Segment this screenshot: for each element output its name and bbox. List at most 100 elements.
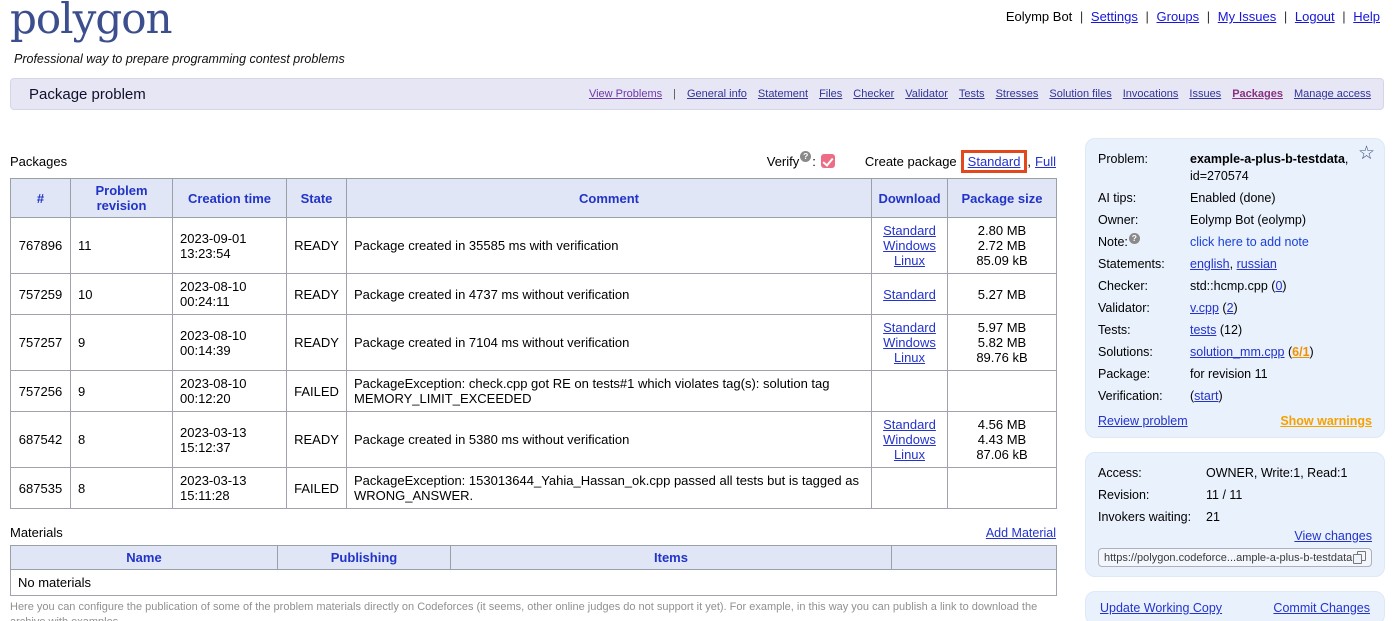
info-label: Package: xyxy=(1098,366,1190,383)
access-value: 21 xyxy=(1206,509,1220,526)
0-link[interactable]: 0 xyxy=(1275,279,1282,293)
download-linux-link[interactable]: Linux xyxy=(894,447,925,462)
info-row: Checker:std::hcmp.cpp (0) xyxy=(1098,275,1372,297)
help-icon[interactable]: ? xyxy=(1129,233,1140,244)
info-label: Tests: xyxy=(1098,322,1190,339)
info-value: Eolymp Bot (eolymp) xyxy=(1190,212,1372,229)
download-linux-link[interactable]: Linux xyxy=(894,350,925,365)
title-bar: Package problem View Problems | General … xyxy=(10,78,1384,110)
download-windows-link[interactable]: Windows xyxy=(883,238,936,253)
russian-link[interactable]: russian xyxy=(1237,257,1277,271)
no-materials-cell: No materials xyxy=(11,570,1057,596)
tab-statement[interactable]: Statement xyxy=(758,88,808,100)
tab-validator[interactable]: Validator xyxy=(905,88,948,100)
revision-cell: 9 xyxy=(71,315,173,371)
user-links: | Settings | Groups | My Issues | Logout… xyxy=(1072,9,1380,24)
copy-icon[interactable] xyxy=(1353,551,1366,564)
download-standard-link[interactable]: Standard xyxy=(883,223,936,238)
info-label: Owner: xyxy=(1098,212,1190,229)
creation-time-cell: 2023-08-10 00:12:20 xyxy=(173,371,287,412)
help-link[interactable]: Help xyxy=(1353,9,1380,24)
download-cell xyxy=(872,371,948,412)
view-problems-link[interactable]: View Problems xyxy=(589,88,662,100)
problem-url-box[interactable]: https://polygon.codeforce...ample-a-plus… xyxy=(1098,548,1372,567)
settings-link[interactable]: Settings xyxy=(1091,9,1138,24)
tab-files[interactable]: Files xyxy=(819,88,842,100)
state-cell: READY xyxy=(287,274,347,315)
info-label: Problem: xyxy=(1098,151,1190,185)
commit-changes-link[interactable]: Commit Changes xyxy=(1273,601,1370,615)
packages-toolbar-row: Packages Verify?: Create package Standar… xyxy=(10,146,1056,176)
column-header-comment: Comment xyxy=(347,179,872,218)
tab-solution-files[interactable]: Solution files xyxy=(1049,88,1111,100)
info-row: Statements:english, russian xyxy=(1098,253,1372,275)
creation-time-cell: 2023-08-10 00:24:11 xyxy=(173,274,287,315)
package-size-cell: 4.56 MB4.43 MB87.06 kB xyxy=(948,412,1057,468)
create-standard-link[interactable]: Standard xyxy=(968,154,1021,169)
tab-invocations[interactable]: Invocations xyxy=(1123,88,1179,100)
my-issues-link[interactable]: My Issues xyxy=(1218,9,1277,24)
comment-cell: Package created in 4737 ms without verif… xyxy=(347,274,872,315)
star-icon[interactable]: ☆ xyxy=(1358,144,1375,163)
comment-cell: Package created in 5380 ms without verif… xyxy=(347,412,872,468)
access-row: Access:OWNER, Write:1, Read:1 xyxy=(1098,462,1372,484)
package-size-cell: 2.80 MB2.72 MB85.09 kB xyxy=(948,218,1057,274)
logout-link[interactable]: Logout xyxy=(1295,9,1335,24)
6-1-link[interactable]: 6/1 xyxy=(1292,345,1309,359)
table-row: 75725692023-08-10 00:12:20FAILEDPackageE… xyxy=(11,371,1057,412)
access-value: 11 / 11 xyxy=(1206,487,1242,504)
download-standard-link[interactable]: Standard xyxy=(883,417,936,432)
package-id-cell: 757257 xyxy=(11,315,71,371)
info-value: english, russian xyxy=(1190,256,1372,273)
tab-general-info[interactable]: General info xyxy=(687,88,747,100)
update-working-copy-link[interactable]: Update Working Copy xyxy=(1100,601,1222,615)
solution-mm-cpp-link[interactable]: solution_mm.cpp xyxy=(1190,345,1285,359)
download-linux-link[interactable]: Linux xyxy=(894,253,925,268)
info-value: Enabled (done) xyxy=(1190,190,1372,207)
download-standard-link[interactable]: Standard xyxy=(883,287,936,302)
download-windows-link[interactable]: Windows xyxy=(883,335,936,350)
info-row: Owner:Eolymp Bot (eolymp) xyxy=(1098,209,1372,231)
tests-link[interactable]: tests xyxy=(1190,323,1216,337)
state-cell: READY xyxy=(287,412,347,468)
groups-link[interactable]: Groups xyxy=(1157,9,1200,24)
download-standard-link[interactable]: Standard xyxy=(883,320,936,335)
problem-name: example-a-plus-b-testdata xyxy=(1190,152,1345,166)
info-value: v.cpp (2) xyxy=(1190,300,1372,317)
create-full-link[interactable]: Full xyxy=(1035,154,1056,169)
package-size-cell xyxy=(948,468,1057,509)
verify-checkbox[interactable] xyxy=(821,154,835,168)
materials-header-row: NamePublishingItems xyxy=(11,546,1057,570)
access-rows: Access:OWNER, Write:1, Read:1Revision:11… xyxy=(1098,462,1372,528)
tab-packages[interactable]: Packages xyxy=(1232,88,1283,100)
column-header-problem-revision: Problem revision xyxy=(71,179,173,218)
materials-empty-row: No materials xyxy=(11,570,1057,596)
tab-tests[interactable]: Tests xyxy=(959,88,985,100)
access-row: Invokers waiting:21 xyxy=(1098,506,1372,528)
download-windows-link[interactable]: Windows xyxy=(883,432,936,447)
problem-info-rows: Problem:example-a-plus-b-testdata, id=27… xyxy=(1098,148,1372,407)
2-link[interactable]: 2 xyxy=(1227,301,1234,315)
tab-manage-access[interactable]: Manage access xyxy=(1294,88,1371,100)
english-link[interactable]: english xyxy=(1190,257,1230,271)
page-title: Package problem xyxy=(29,86,146,103)
tab-issues[interactable]: Issues xyxy=(1189,88,1221,100)
v-cpp-link[interactable]: v.cpp xyxy=(1190,301,1219,315)
click-here-to-add-note-link[interactable]: click here to add note xyxy=(1190,235,1309,249)
separator: | xyxy=(1339,9,1350,24)
packages-tbody: 767896112023-09-01 13:23:54READYPackage … xyxy=(11,218,1057,509)
tab-stresses[interactable]: Stresses xyxy=(996,88,1039,100)
access-label: Invokers waiting: xyxy=(1098,509,1206,526)
view-changes-link[interactable]: View changes xyxy=(1294,529,1372,543)
packages-heading: Packages xyxy=(10,154,67,169)
help-icon[interactable]: ? xyxy=(800,151,811,162)
show-warnings-link[interactable]: Show warnings xyxy=(1280,414,1372,428)
tab-checker[interactable]: Checker xyxy=(853,88,894,100)
sidebar: ☆ Problem:example-a-plus-b-testdata, id=… xyxy=(1085,138,1385,621)
review-problem-link[interactable]: Review problem xyxy=(1098,414,1188,428)
start-link[interactable]: start xyxy=(1194,389,1218,403)
info-row: Tests:tests (12) xyxy=(1098,319,1372,341)
package-size-cell xyxy=(948,371,1057,412)
info-row: Package:for revision 11 xyxy=(1098,363,1372,385)
add-material-link[interactable]: Add Material xyxy=(986,526,1056,540)
